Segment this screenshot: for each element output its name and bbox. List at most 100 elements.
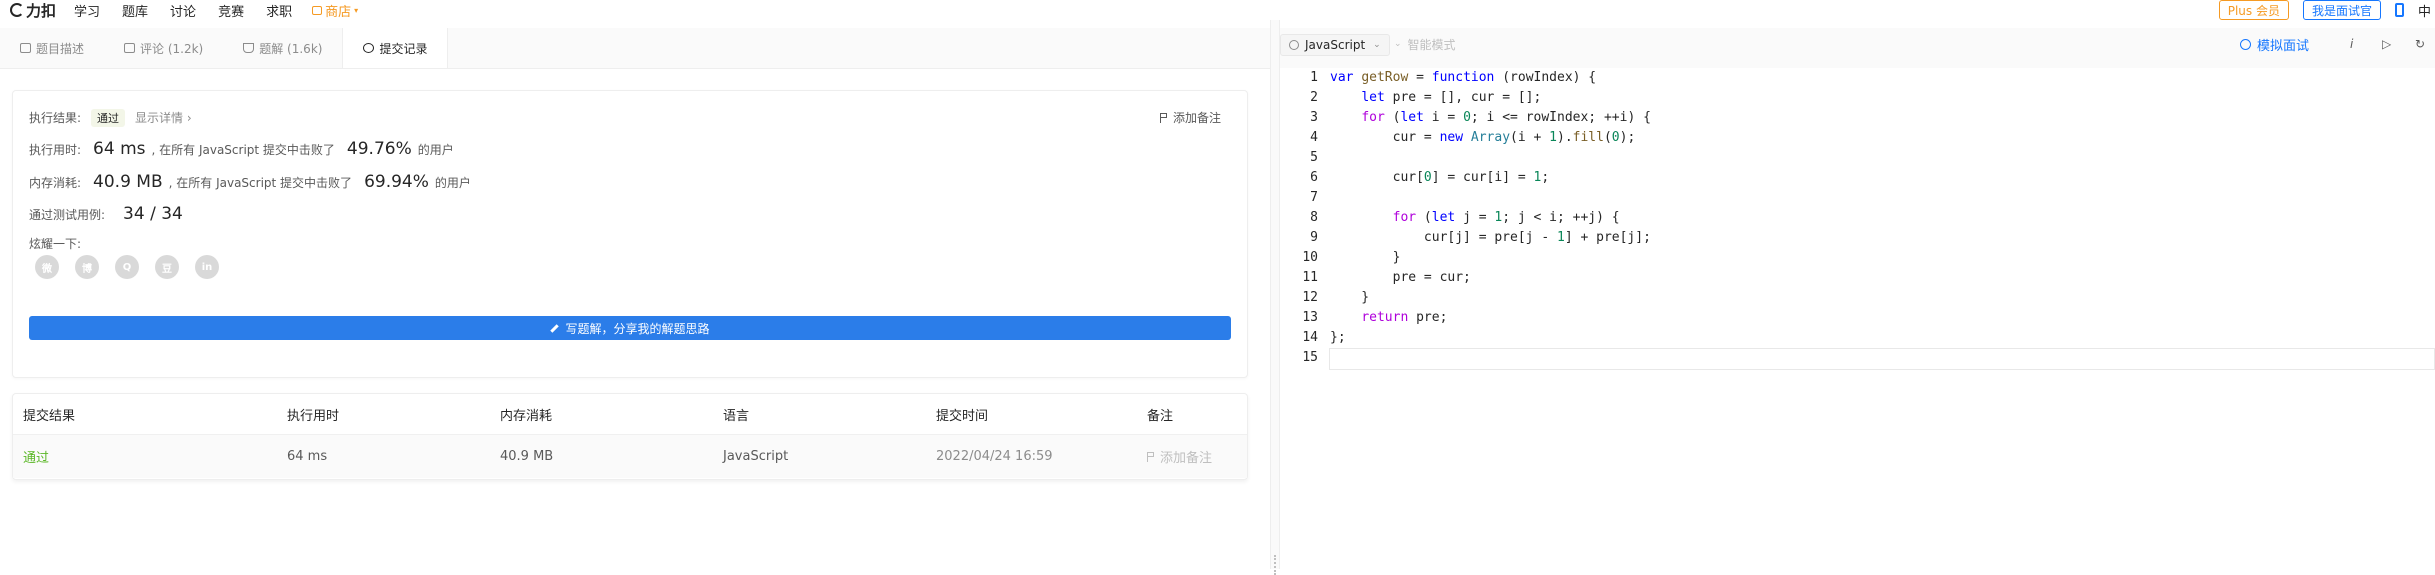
share-row: 炫耀一下: — [29, 235, 81, 252]
code-line: pre = cur; — [1330, 270, 1471, 285]
line-number: 2 — [1310, 90, 1318, 105]
drag-handle-icon[interactable] — [1274, 555, 1278, 575]
editor-toolbar: JavaScript ⌄ ⌄ 智能模式 模拟面试 i ▷ ↻ — [1280, 28, 2435, 68]
line-number: 5 — [1310, 150, 1318, 165]
result-label: 执行结果: — [29, 111, 82, 125]
logo-text: 力扣 — [26, 1, 57, 20]
add-note-button[interactable]: 添加备注 — [1159, 109, 1221, 126]
phone-icon[interactable] — [2394, 3, 2404, 17]
leetcode-logo[interactable]: 力扣 — [10, 0, 56, 21]
result-row: 执行结果: 通过 显示详情 › — [29, 109, 192, 127]
tab-comments[interactable]: 评论 (1.2k) — [104, 28, 223, 68]
write-solution-button[interactable]: 写题解，分享我的解题思路 — [29, 316, 1231, 340]
row-add-note-button[interactable]: 添加备注 — [1147, 447, 1212, 466]
nav-learn[interactable]: 学习 — [74, 1, 100, 20]
nav-jobs[interactable]: 求职 — [266, 1, 292, 20]
runtime-label: 执行用时: — [29, 143, 82, 157]
comment-icon — [124, 43, 136, 53]
table-header: 提交结果 执行用时 内存消耗 语言 提交时间 备注 — [13, 394, 1247, 435]
row-status[interactable]: 通过 — [23, 447, 49, 466]
line-number: 3 — [1310, 110, 1318, 125]
problem-tabs: 题目描述 评论 (1.2k) 题解 (1.6k) 提交记录 — [0, 28, 1270, 69]
code-line: cur[j] = pre[j - 1] + pre[j]; — [1330, 230, 1651, 245]
code-line: var getRow = function (rowIndex) { — [1330, 70, 1597, 85]
show-details-link[interactable]: 显示详情 › — [135, 109, 192, 126]
language-select-value: JavaScript — [1305, 38, 1366, 52]
plus-member-button[interactable]: Plus 会员 — [2218, 0, 2289, 20]
runtime-users: 的用户 — [417, 143, 454, 157]
row-note-label: 添加备注 — [1160, 451, 1213, 466]
col-status: 提交结果 — [23, 408, 76, 424]
col-memory: 内存消耗 — [500, 408, 553, 424]
row-memory: 40.9 MB — [500, 449, 554, 464]
wechat-icon[interactable]: 微 — [35, 255, 59, 279]
status-badge: 通过 — [91, 109, 126, 127]
interviewer-button[interactable]: 我是面试官 — [2302, 0, 2381, 20]
language-switch[interactable]: 中 — [2418, 1, 2431, 20]
code-line: } — [1330, 290, 1370, 305]
testcases-label: 通过测试用例: — [29, 208, 106, 222]
code-area[interactable]: var getRow = function (rowIndex) { let p… — [1329, 68, 2435, 370]
top-nav: 力扣 学习 题库 讨论 竞赛 求职 商店 ▾ Plus 会员 我是面试官 中 — [0, 0, 2435, 20]
line-number: 8 — [1310, 210, 1318, 225]
tab-description[interactable]: 题目描述 — [0, 28, 104, 68]
memory-row: 内存消耗: 40.9 MB , 在所有 JavaScript 提交中击败了 69… — [29, 172, 471, 192]
table-row[interactable]: 通过 64 ms 40.9 MB JavaScript 2022/04/24 1… — [13, 435, 1247, 478]
line-number: 11 — [1302, 270, 1318, 285]
weibo-icon[interactable]: 博 — [75, 255, 99, 279]
nav-right: Plus 会员 我是面试官 中 — [2218, 0, 2435, 20]
testcases-value: 34 / 34 — [123, 204, 183, 224]
line-number: 7 — [1310, 190, 1318, 205]
nav-contest[interactable]: 竞赛 — [218, 1, 244, 20]
language-select[interactable]: JavaScript ⌄ — [1280, 34, 1390, 56]
flag-icon — [1159, 112, 1168, 123]
code-line: let pre = [], cur = []; — [1361, 90, 1542, 105]
linkedin-icon[interactable]: in — [195, 255, 219, 279]
nav-problems[interactable]: 题库 — [122, 1, 148, 20]
memory-desc: , 在所有 JavaScript 提交中击败了 — [168, 176, 353, 190]
clock-icon — [363, 43, 375, 53]
current-code-line[interactable] — [1329, 348, 2435, 370]
tab-label: 评论 (1.2k) — [140, 41, 204, 56]
runtime-desc: , 在所有 JavaScript 提交中击败了 — [151, 143, 335, 157]
tab-submissions[interactable]: 提交记录 — [342, 28, 449, 68]
douban-icon[interactable]: 豆 — [155, 255, 179, 279]
runtime-value: 64 ms — [93, 139, 146, 159]
code-line: cur[0] = cur[i] = 1; — [1330, 170, 1550, 185]
chevron-down-icon: ⌄ — [1394, 39, 1402, 49]
shop-label: 商店 — [325, 4, 352, 20]
line-number: 12 — [1302, 290, 1318, 305]
code-line: } — [1330, 250, 1401, 265]
line-number: 13 — [1302, 310, 1318, 325]
nav-discuss[interactable]: 讨论 — [170, 1, 196, 20]
line-number: 1 — [1310, 70, 1318, 85]
nav-shop[interactable]: 商店 ▾ — [312, 1, 358, 20]
code-editor[interactable]: 1 2 3 4 5 6 7 8 9 10 11 12 13 14 15 var getRow = funct… — [1280, 68, 2435, 569]
info-italic-icon[interactable]: i — [2350, 34, 2353, 54]
smart-mode-toggle[interactable]: ⌄ 智能模式 — [1394, 34, 1456, 54]
run-icon[interactable]: ▷ — [2382, 34, 2391, 54]
line-number: 6 — [1310, 170, 1318, 185]
shop-icon — [312, 5, 323, 15]
runtime-row: 执行用时: 64 ms , 在所有 JavaScript 提交中击败了 49.7… — [29, 139, 454, 159]
line-number: 15 — [1302, 350, 1318, 365]
chevron-down-icon: ▾ — [354, 5, 359, 15]
row-runtime: 64 ms — [287, 449, 328, 464]
tab-label: 题解 (1.6k) — [259, 41, 323, 56]
tab-solutions[interactable]: 题解 (1.6k) — [223, 28, 342, 68]
submission-result-card: 执行结果: 通过 显示详情 › 添加备注 执行用时: 64 ms , 在所有 J… — [12, 90, 1248, 378]
reset-icon[interactable]: ↻ — [2415, 34, 2425, 54]
code-line: }; — [1330, 330, 1346, 345]
qq-icon[interactable]: Q — [115, 255, 139, 279]
smart-mode-label: 智能模式 — [1407, 37, 1456, 52]
line-gutter: 1 2 3 4 5 6 7 8 9 10 11 12 13 14 15 — [1280, 68, 1326, 368]
write-solution-label: 写题解，分享我的解题思路 — [565, 321, 710, 336]
pane-splitter[interactable] — [1270, 20, 1280, 575]
mock-interview-button[interactable]: 模拟面试 — [2240, 34, 2309, 54]
memory-label: 内存消耗: — [29, 176, 82, 190]
runtime-percentile: 49.76% — [346, 139, 412, 159]
tab-label: 题目描述 — [36, 41, 85, 56]
col-note: 备注 — [1147, 408, 1174, 424]
